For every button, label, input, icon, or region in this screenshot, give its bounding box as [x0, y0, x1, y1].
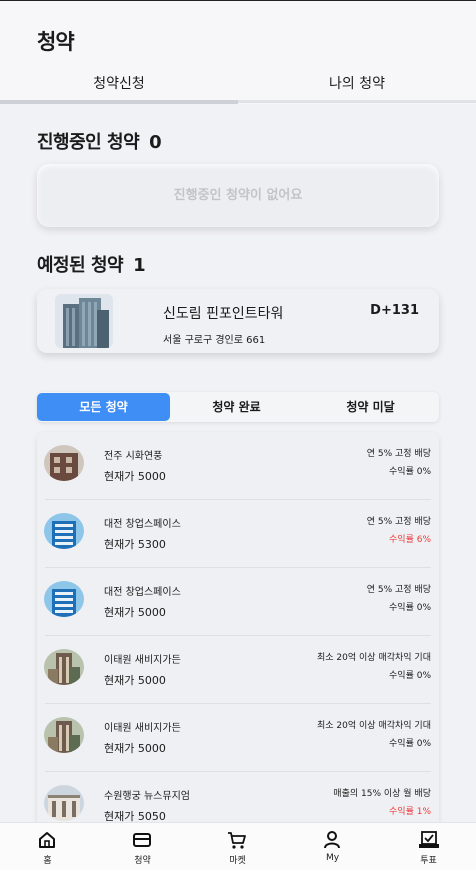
- list-item-price: 현재가 5300: [104, 538, 166, 551]
- list-item-yield: 수익률 1%: [389, 807, 431, 817]
- tab-active-indicator: [0, 100, 238, 104]
- ongoing-empty-card: 진행중인 청약이 없어요: [37, 164, 439, 227]
- filter-segmented-control: 모든 청약 청약 완료 청약 미달: [37, 392, 439, 422]
- list-item[interactable]: 이태원 새비지가든현재가 5000 최소 20억 이상 매각차익 기대수익률 0%: [37, 636, 439, 704]
- subscription-list: 전주 시화연풍 현재가 5000 연 5% 고정 배당 수익률 0% 대전 창업스페이스…: [37, 432, 439, 832]
- list-item-yield: 수익률 0%: [389, 739, 431, 749]
- scheduled-item-card[interactable]: 신도림 핀포인트타워 서울 구로구 경인로 661 D+131: [37, 289, 439, 353]
- nav-subscription[interactable]: 청약: [95, 823, 190, 870]
- bottom-navigation: 홈 청약 마켓 My 투표: [0, 822, 476, 870]
- home-icon: [39, 832, 55, 848]
- list-item-price: 현재가 5000: [104, 674, 166, 687]
- scheduled-section-title: 예정된 청약 1: [37, 251, 146, 277]
- nav-home-label: 홈: [43, 856, 52, 866]
- list-item-name: 대전 창업스페이스: [104, 587, 181, 598]
- tab-apply[interactable]: 청약신청: [0, 68, 238, 104]
- list-item-dividend: 연 5% 고정 배당: [366, 585, 431, 595]
- building-tower-thumbnail: [44, 649, 84, 685]
- filter-completed-button[interactable]: 청약 완료: [170, 393, 303, 421]
- scheduled-count: 1: [133, 255, 146, 276]
- building-thumbnail: [55, 294, 113, 348]
- ongoing-count: 0: [149, 132, 162, 153]
- building-glass-thumbnail: [44, 513, 84, 549]
- dday-badge: D+131: [370, 303, 419, 318]
- nav-home[interactable]: 홈: [0, 823, 95, 870]
- nav-my-label: My: [325, 853, 340, 863]
- building-glass-thumbnail: [44, 581, 84, 617]
- scheduled-item-address: 서울 구로구 경인로 661: [163, 335, 266, 346]
- list-item[interactable]: 전주 시화연풍현재가 5000 연 5% 고정 배당수익률 0%: [37, 432, 439, 500]
- scheduled-title: 예정된 청약: [37, 255, 124, 276]
- nav-subscription-label: 청약: [134, 856, 151, 866]
- filter-undersubscribed-button[interactable]: 청약 미달: [304, 393, 437, 421]
- list-item-dividend: 최소 20억 이상 매각차익 기대: [317, 653, 431, 663]
- list-item-name: 수원행궁 뉴스뮤지엄: [104, 791, 190, 802]
- nav-market[interactable]: 마켓: [190, 823, 285, 870]
- list-item-name: 이태원 새비지가든: [104, 655, 181, 666]
- list-item-dividend: 매출의 15% 이상 월 배당: [333, 789, 431, 799]
- list-item-name: 전주 시화연풍: [104, 451, 163, 462]
- list-item-name: 이태원 새비지가든: [104, 723, 181, 734]
- list-item-price: 현재가 5000: [104, 606, 166, 619]
- building-tower-thumbnail: [44, 717, 84, 753]
- ongoing-title: 진행중인 청약: [37, 132, 140, 153]
- cart-icon: [228, 832, 246, 849]
- list-item-yield: 수익률 0%: [389, 467, 431, 477]
- nav-vote[interactable]: 투표: [381, 823, 476, 870]
- list-item-price: 현재가 5000: [104, 742, 166, 755]
- top-border: [0, 0, 476, 1]
- building-brick-thumbnail: [44, 445, 84, 481]
- vote-icon: [419, 831, 439, 848]
- list-item-dividend: 최소 20억 이상 매각차익 기대: [317, 721, 431, 731]
- tab-bar: 청약신청 나의 청약: [0, 68, 476, 104]
- list-item[interactable]: 대전 창업스페이스현재가 5000 연 5% 고정 배당수익률 0%: [37, 568, 439, 636]
- app-header: 청약 청약신청 나의 청약: [0, 0, 476, 104]
- filter-all-button[interactable]: 모든 청약: [37, 393, 170, 421]
- list-item-dividend: 연 5% 고정 배당: [366, 449, 431, 459]
- ongoing-section-title: 진행중인 청약 0: [37, 128, 162, 154]
- building-museum-thumbnail: [44, 785, 84, 821]
- list-item-name: 대전 창업스페이스: [104, 519, 181, 530]
- nav-market-label: 마켓: [229, 856, 246, 866]
- nav-my[interactable]: My: [285, 823, 380, 870]
- list-item[interactable]: 대전 창업스페이스현재가 5300 연 5% 고정 배당수익률 6%: [37, 500, 439, 568]
- list-item-yield: 수익률 0%: [389, 671, 431, 681]
- tab-my-subscriptions[interactable]: 나의 청약: [238, 68, 476, 104]
- card-icon: [133, 833, 151, 847]
- list-item-yield: 수익률 6%: [389, 535, 431, 545]
- list-item-yield: 수익률 0%: [389, 603, 431, 613]
- list-item-price: 현재가 5000: [104, 470, 166, 483]
- list-item-dividend: 연 5% 고정 배당: [366, 517, 431, 527]
- nav-vote-label: 투표: [420, 856, 437, 866]
- list-item[interactable]: 이태원 새비지가든현재가 5000 최소 20억 이상 매각차익 기대수익률 0%: [37, 704, 439, 772]
- page-title: 청약: [37, 30, 75, 54]
- scheduled-item-name: 신도림 핀포인트타워: [163, 306, 284, 322]
- person-icon: [324, 831, 340, 849]
